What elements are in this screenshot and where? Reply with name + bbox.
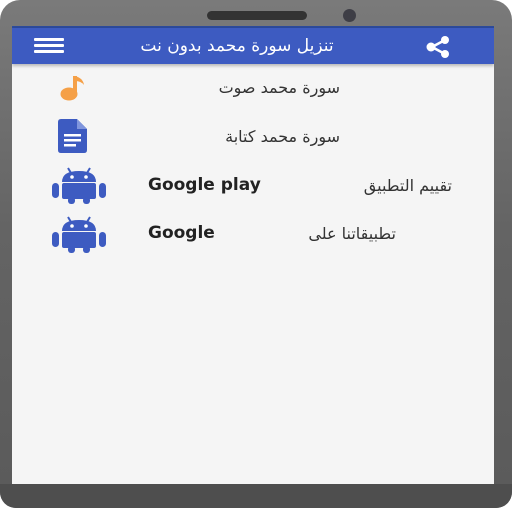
list-item-label: سورة محمد كتابة (225, 127, 340, 146)
phone-bottom-bezel (0, 484, 512, 508)
android-svg (52, 216, 106, 253)
share-icon[interactable] (424, 36, 452, 58)
hamburger-menu-icon[interactable] (34, 38, 64, 56)
android-icon (48, 215, 110, 257)
app-toolbar: تنزيل سورة محمد بدون نت (12, 28, 494, 64)
menu-line (34, 38, 64, 41)
android-svg (52, 167, 106, 204)
app-title: تنزيل سورة محمد بدون نت (140, 36, 334, 56)
phone-mockup: تنزيل سورة محمد بدون نت سورة محمد صوت سو… (0, 0, 512, 512)
list-item-label-latin: Google play (148, 175, 261, 195)
music-note-svg (60, 76, 84, 101)
list-item-label-arabic: تقييم التطبيق (363, 176, 452, 195)
list-item-audio[interactable]: سورة محمد صوت (12, 66, 494, 114)
app-screen: تنزيل سورة محمد بدون نت سورة محمد صوت سو… (12, 26, 494, 484)
list-item-text[interactable]: سورة محمد كتابة (12, 115, 494, 163)
share-icon-svg (426, 36, 449, 58)
list-item-our-apps[interactable]: Google تطبيقاتنا على (12, 213, 494, 261)
document-icon (55, 119, 89, 157)
menu-line (34, 50, 64, 53)
android-icon (48, 166, 110, 208)
list-item-label-latin: Google (148, 223, 215, 243)
list-item-rate-app[interactable]: Google play تقييم التطبيق (12, 164, 494, 212)
music-note-icon (57, 73, 87, 107)
phone-speaker (207, 11, 307, 20)
list-item-label: سورة محمد صوت (218, 78, 340, 97)
menu-line (34, 44, 64, 47)
document-svg (58, 119, 87, 153)
list-item-label-arabic: تطبيقاتنا على (308, 224, 396, 243)
phone-camera (343, 9, 356, 22)
